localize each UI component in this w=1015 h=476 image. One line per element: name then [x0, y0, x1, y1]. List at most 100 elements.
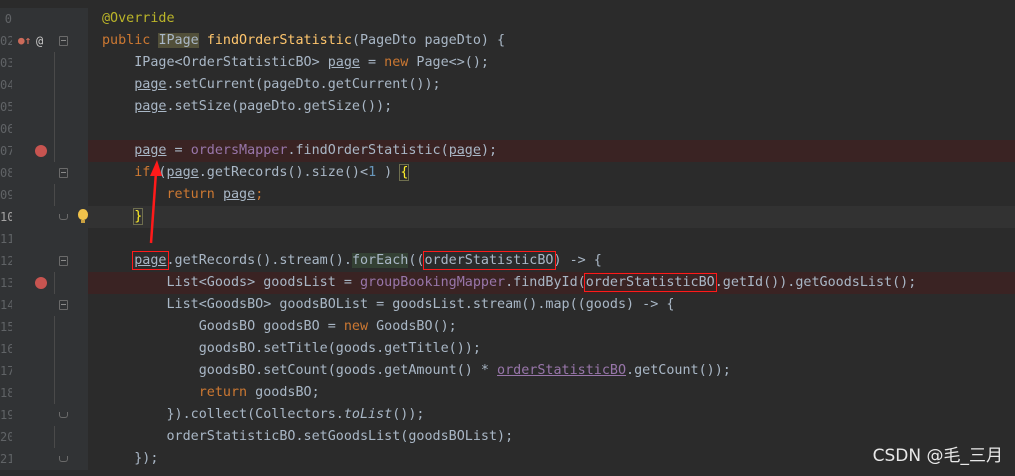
code-line[interactable]: 03 IPage<OrderStatisticBO> page = new Pa… [0, 52, 1015, 74]
code-text[interactable]: } [102, 206, 144, 228]
override-method-icon[interactable]: ●↑ [18, 30, 31, 52]
gutter[interactable]: 05 [0, 96, 88, 118]
code-text[interactable]: @Override [102, 8, 175, 30]
code-line[interactable]: 20 orderStatisticBO.setGoodsList(goodsBO… [0, 426, 1015, 448]
code-fragment: goodsBO.setTitle(goods.getTitle()); [102, 341, 481, 356]
code-text[interactable]: page.setSize(pageDto.getSize()); [102, 96, 392, 118]
number-literal: 1 [368, 165, 377, 180]
code-text[interactable]: GoodsBO goodsBO = new GoodsBO(); [102, 316, 457, 338]
gutter[interactable]: 02 ●↑ @ [0, 30, 88, 52]
code-text[interactable]: goodsBO.setTitle(goods.getTitle()); [102, 338, 481, 360]
keyword-new: new [384, 55, 409, 70]
gutter[interactable]: 14 [0, 294, 88, 316]
breakpoint-icon[interactable] [35, 145, 47, 157]
fold-end-icon[interactable] [59, 214, 68, 220]
gutter[interactable]: 13 [0, 272, 88, 294]
method-foreach: forEach [351, 253, 409, 268]
gutter[interactable]: 15 [0, 316, 88, 338]
gutter[interactable]: 17 [0, 360, 88, 382]
annotation-at-icon[interactable]: @ [36, 30, 43, 52]
code-text[interactable]: return goodsBO; [102, 382, 320, 404]
keyword-public: public [102, 33, 159, 48]
captured-variable: orderStatisticBO [497, 363, 627, 378]
code-text[interactable]: }); [102, 448, 158, 470]
breakpoint-icon[interactable] [35, 277, 47, 289]
code-line[interactable]: 21 }); [0, 448, 1015, 470]
variable-page: page [166, 165, 199, 180]
code-text[interactable]: page.setCurrent(pageDto.getCurrent()); [102, 74, 440, 96]
code-fragment: Page<>(); [408, 55, 489, 70]
code-line[interactable]: 04 page.setCurrent(pageDto.getCurrent())… [0, 74, 1015, 96]
code-fragment: ); [480, 143, 498, 158]
gutter[interactable]: 06 [0, 118, 88, 140]
code-fragment: .getId()).getGoodsList(); [714, 275, 917, 290]
code-text[interactable]: goodsBO.setCount(goods.getAmount() * ord… [102, 360, 731, 382]
line-number: 15 [0, 320, 12, 334]
fold-collapse-icon[interactable] [59, 300, 68, 310]
code-fragment: (( [408, 253, 425, 268]
code-editor[interactable]: 0 @Override 02 ●↑ @ public IPage findOrd… [0, 0, 1015, 476]
code-text[interactable]: IPage<OrderStatisticBO> page = new Page<… [102, 52, 489, 74]
gutter[interactable]: 08 [0, 162, 88, 184]
code-text[interactable]: public IPage findOrderStatistic(PageDto … [102, 30, 505, 52]
code-line-caret[interactable]: 10 } [0, 206, 1015, 228]
gutter[interactable]: 04 [0, 74, 88, 96]
line-number: 07 [0, 144, 12, 158]
gutter[interactable]: 12 [0, 250, 88, 272]
method-signature: (PageDto pageDto) { [351, 33, 506, 48]
code-line-breakpoint[interactable]: 13 List<Goods> goodsList = groupBookingM… [0, 272, 1015, 294]
gutter[interactable]: 20 [0, 426, 88, 448]
gutter[interactable]: 11 [0, 228, 88, 250]
code-line[interactable]: 18 return goodsBO; [0, 382, 1015, 404]
gutter[interactable]: 18 [0, 382, 88, 404]
code-line[interactable]: 14 List<GoodsBO> goodsBOList = goodsList… [0, 294, 1015, 316]
fold-collapse-icon[interactable] [59, 168, 68, 178]
code-line[interactable]: 15 GoodsBO goodsBO = new GoodsBO(); [0, 316, 1015, 338]
code-text[interactable]: if (page.getRecords().size()<1 ) { [102, 162, 410, 184]
line-number: 13 [0, 276, 12, 290]
fold-end-icon[interactable] [59, 456, 68, 462]
fold-collapse-icon[interactable] [59, 256, 68, 266]
code-fragment: goodsBO.setCount(goods.getAmount() * [102, 363, 498, 378]
code-line[interactable]: 09 return page; [0, 184, 1015, 206]
code-text[interactable]: page.getRecords().stream().forEach((orde… [102, 250, 602, 272]
code-text[interactable]: return page; [102, 184, 264, 206]
gutter[interactable]: 03 [0, 52, 88, 74]
code-line[interactable]: 06 [0, 118, 1015, 140]
code-line[interactable]: 16 goodsBO.setTitle(goods.getTitle()); [0, 338, 1015, 360]
override-annotation: @Override [102, 11, 175, 26]
line-number: 20 [0, 430, 12, 444]
code-line-breakpoint[interactable]: 07 page = ordersMapper.findOrderStatisti… [0, 140, 1015, 162]
code-fragment: ()); [392, 407, 425, 422]
variable-page: page [448, 143, 481, 158]
code-line[interactable]: 05 page.setSize(pageDto.getSize()); [0, 96, 1015, 118]
gutter[interactable]: 21 [0, 448, 88, 470]
variable-page: page [222, 187, 256, 202]
gutter[interactable]: 16 [0, 338, 88, 360]
variable-page-boxed: page [132, 251, 169, 270]
code-line[interactable]: 0 @Override [0, 8, 1015, 30]
gutter[interactable]: 09 [0, 184, 88, 206]
code-line[interactable]: 17 goodsBO.setCount(goods.getAmount() * … [0, 360, 1015, 382]
brace-close-highlight: } [133, 208, 144, 225]
code-text[interactable]: }).collect(Collectors.toList()); [102, 404, 424, 426]
lambda-param-boxed: orderStatisticBO [422, 251, 556, 270]
code-text[interactable]: List<Goods> goodsList = groupBookingMapp… [102, 272, 916, 294]
code-text[interactable]: List<GoodsBO> goodsBOList = goodsList.st… [102, 294, 674, 316]
code-line[interactable]: 12 page.getRecords().stream().forEach((o… [0, 250, 1015, 272]
code-text[interactable]: page = ordersMapper.findOrderStatistic(p… [102, 140, 497, 162]
gutter[interactable]: 10 [0, 206, 88, 228]
code-line[interactable]: 02 ●↑ @ public IPage findOrderStatistic(… [0, 30, 1015, 52]
code-line[interactable]: 19 }).collect(Collectors.toList()); [0, 404, 1015, 426]
gutter[interactable]: 19 [0, 404, 88, 426]
intention-bulb-icon[interactable] [78, 209, 88, 223]
code-text[interactable]: orderStatisticBO.setGoodsList(goodsBOLis… [102, 426, 513, 448]
code-line[interactable]: 08 if (page.getRecords().size()<1 ) { [0, 162, 1015, 184]
fold-end-icon[interactable] [59, 412, 68, 418]
code-line[interactable]: 11 [0, 228, 1015, 250]
gutter[interactable]: 0 [0, 8, 88, 30]
fold-collapse-icon[interactable] [59, 36, 68, 46]
gutter[interactable]: 07 [0, 140, 88, 162]
